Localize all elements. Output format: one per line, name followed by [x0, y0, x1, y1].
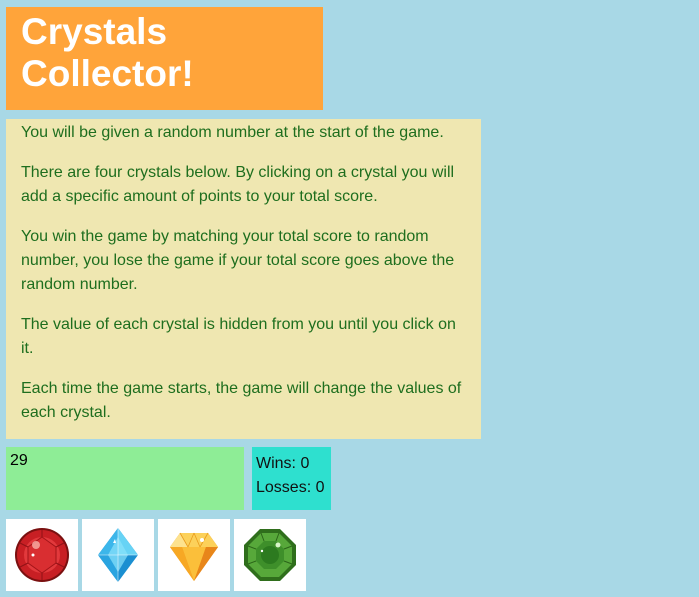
instruction-paragraph: There are four crystals below. By clicki…	[21, 164, 455, 205]
instruction-paragraph: You win the game by matching your total …	[21, 228, 455, 293]
title-line-2: Collector!	[21, 53, 194, 94]
instructions-panel: You will be given a random number at the…	[6, 119, 481, 439]
page-title: Crystals Collector!	[21, 11, 308, 95]
losses-count: Losses: 0	[256, 479, 325, 496]
target-number-box: 29	[6, 447, 244, 510]
yellow-topaz-gem-icon	[170, 532, 218, 581]
wins-count: Wins: 0	[256, 455, 310, 472]
blue-diamond-gem-icon	[98, 528, 138, 582]
crystal-button-red[interactable]	[6, 519, 78, 591]
instruction-paragraph: The value of each crystal is hidden from…	[21, 316, 456, 357]
crystal-button-yellow[interactable]	[158, 519, 230, 591]
target-number: 29	[10, 452, 28, 469]
title-line-1: Crystals	[21, 11, 168, 52]
crystal-button-blue[interactable]	[82, 519, 154, 591]
crystal-button-green[interactable]	[234, 519, 306, 591]
scoreboard: Wins: 0 Losses: 0	[252, 447, 331, 510]
instruction-paragraph: You will be given a random number at the…	[21, 124, 444, 141]
red-round-gem-icon	[15, 528, 69, 582]
instruction-paragraph: Each time the game starts, the game will…	[21, 380, 462, 421]
green-octagon-gem-icon	[244, 529, 296, 581]
title-banner: Crystals Collector!	[6, 7, 323, 110]
